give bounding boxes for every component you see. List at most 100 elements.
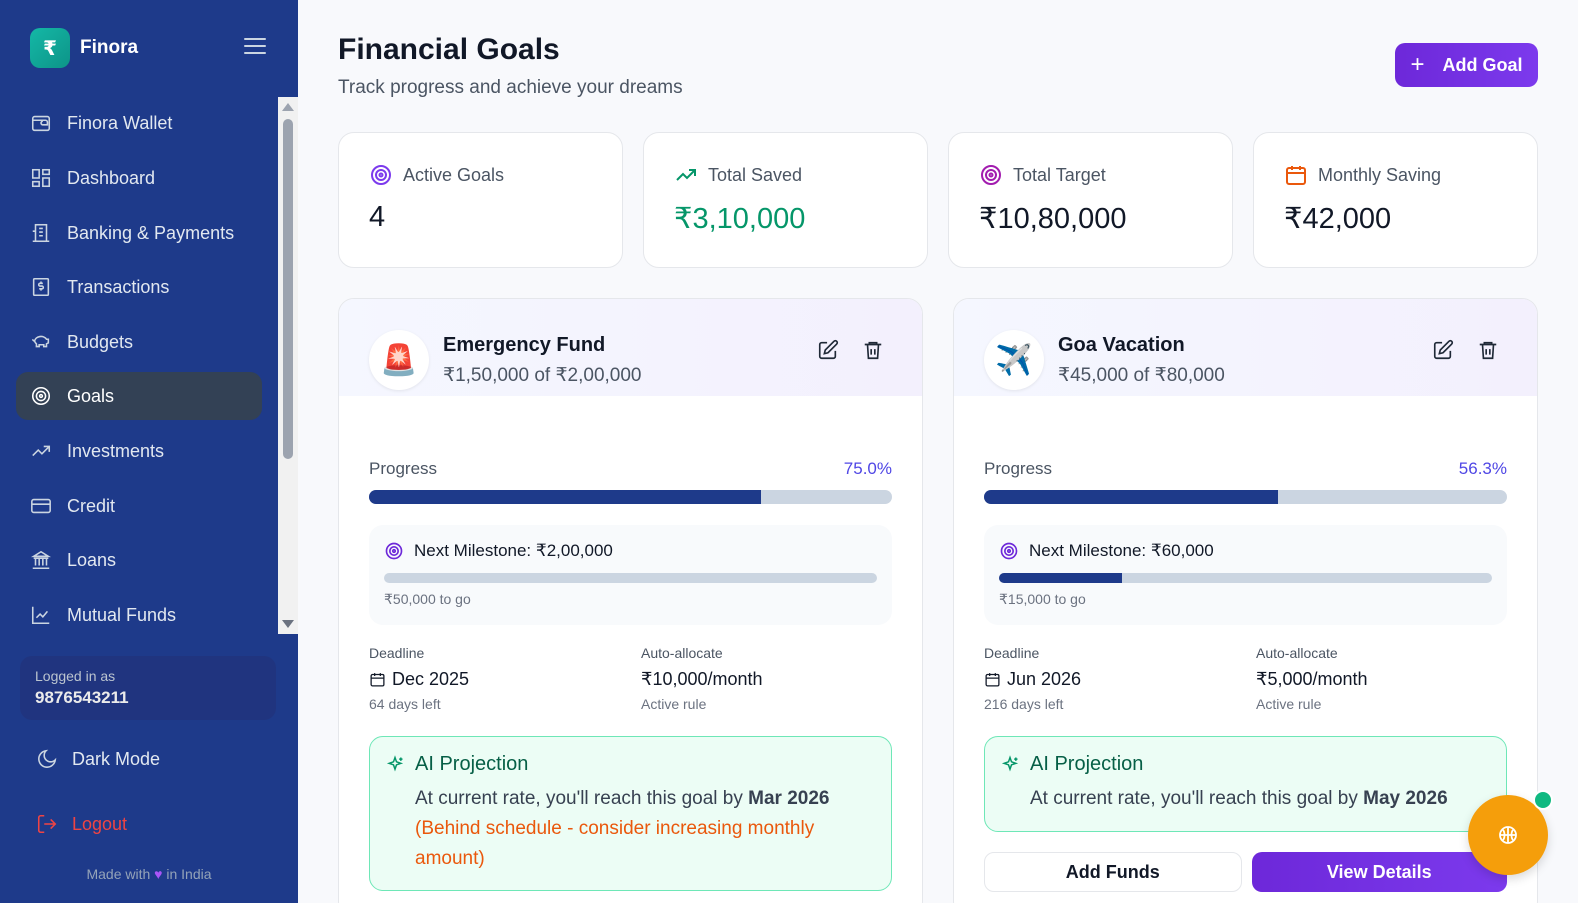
progress-percent: 75.0% <box>843 459 892 478</box>
stat-value: ₹3,10,000 <box>674 203 806 235</box>
deadline-value: Jun 2026 <box>1007 669 1082 689</box>
deadline-label: Deadline <box>369 645 425 661</box>
sidebar-item-label: Mutual Funds <box>67 604 177 625</box>
sidebar-item-transactions[interactable]: Transactions <box>16 263 262 311</box>
milestone-label: Next Milestone: ₹2,00,000 <box>414 541 613 560</box>
online-status-dot <box>1533 790 1553 810</box>
progress-bar <box>369 490 892 504</box>
in-india-text: in India <box>166 866 212 882</box>
stat-label: Total Saved <box>708 164 803 185</box>
progress-bar-fill <box>984 490 1279 504</box>
add-funds-button[interactable]: Add Funds <box>984 852 1242 892</box>
calendar-icon <box>370 673 385 687</box>
edit-icon[interactable] <box>817 339 839 361</box>
piggy-bank-icon <box>30 331 52 353</box>
target-icon <box>1000 542 1018 560</box>
goal-name: Emergency Fund <box>443 334 606 356</box>
auto-allocate-label: Auto-allocate <box>641 645 723 661</box>
trash-icon[interactable] <box>862 339 884 361</box>
sidebar-item-mutual-funds[interactable]: Mutual Funds <box>16 591 262 634</box>
deadline-block: Deadline Dec 2025 64 days left <box>369 645 609 712</box>
landmark-icon <box>30 549 52 571</box>
auto-allocate-status: Active rule <box>641 696 707 712</box>
auto-allocate-value: ₹10,000/month <box>641 669 763 689</box>
auto-allocate-value: ₹5,000/month <box>1256 669 1368 689</box>
credit-card-icon <box>30 495 52 517</box>
days-left: 64 days left <box>369 696 441 712</box>
ai-projection-sentence: At current rate, you'll reach this goal … <box>1030 788 1358 809</box>
sidebar-item-investments[interactable]: Investments <box>16 427 262 475</box>
page-title: Financial Goals <box>338 33 560 66</box>
dark-mode-toggle[interactable]: Dark Mode <box>36 748 160 770</box>
sidebar-item-label: Dashboard <box>67 167 156 188</box>
logout-icon <box>37 814 57 834</box>
logged-in-label: Logged in as <box>35 668 116 684</box>
dark-mode-label: Dark Mode <box>72 748 161 769</box>
airplane-icon: ✈️ <box>984 330 1044 390</box>
progress-label: Progress <box>984 459 1053 478</box>
auto-allocate-status: Active rule <box>1256 696 1322 712</box>
plus-icon: + <box>1410 51 1425 78</box>
milestone-card: Next Milestone: ₹2,00,000 ₹50,000 to go <box>369 525 892 625</box>
sidebar-item-dashboard[interactable]: Dashboard <box>16 154 262 202</box>
stat-value: 4 <box>369 201 386 233</box>
deadline-label: Deadline <box>984 645 1040 661</box>
sparkles-icon <box>1001 755 1019 772</box>
line-chart-icon <box>30 604 52 626</box>
sidebar-item-label: Credit <box>67 495 116 516</box>
ai-projection-box: AI Projection At current rate, you'll re… <box>984 736 1507 832</box>
add-goal-button[interactable]: + Add Goal <box>1395 43 1538 87</box>
progress-row: Progress 75.0% <box>369 459 892 479</box>
milestone-bar <box>384 573 877 583</box>
siren-icon: 🚨 <box>369 330 429 390</box>
ai-projection-date: Mar 2026 <box>748 788 830 809</box>
target-icon <box>385 542 403 560</box>
calendar-icon <box>985 673 1000 687</box>
sidebar-item-label: Loans <box>67 549 117 570</box>
sidebar-item-label: Banking & Payments <box>67 222 235 243</box>
stat-card-total-target: Total Target ₹10,80,000 <box>948 132 1233 268</box>
sidebar-item-credit[interactable]: Credit <box>16 482 262 530</box>
goal-actions: Add Funds View Details <box>984 852 1507 892</box>
deadline-block: Deadline Jun 2026 216 days left <box>984 645 1224 712</box>
ai-projection-date: May 2026 <box>1363 788 1448 809</box>
sidebar-item-label: Goals <box>67 385 115 406</box>
progress-bar <box>984 490 1507 504</box>
wallet-icon <box>30 112 52 134</box>
sidebar-item-label: Investments <box>67 440 165 461</box>
goal-card-emergency-fund: 🚨 Emergency Fund ₹1,50,000 of ₹2,00,000 … <box>338 298 923 903</box>
sidebar-item-banking-payments[interactable]: Banking & Payments <box>16 209 262 257</box>
sidebar-item-finora-wallet[interactable]: Finora Wallet <box>16 99 262 147</box>
logged-in-card: Logged in as 9876543211 <box>20 656 276 720</box>
logout-label: Logout <box>72 813 128 834</box>
sidebar-item-label: Finora Wallet <box>67 112 173 133</box>
scrollbar-thumb[interactable] <box>283 119 293 459</box>
logout-button[interactable]: Logout <box>36 813 127 835</box>
brand[interactable]: ₹ Finora <box>30 28 138 68</box>
edit-icon[interactable] <box>1432 339 1454 361</box>
sidebar-item-budgets[interactable]: Budgets <box>16 318 262 366</box>
scroll-down-arrow-icon[interactable] <box>282 620 294 628</box>
milestone-bar-fill <box>999 573 1123 583</box>
calendar-icon <box>1286 166 1306 185</box>
progress-label: Progress <box>369 459 438 478</box>
progress-row: Progress 56.3% <box>984 459 1507 479</box>
ai-projection-title: AI Projection <box>1030 753 1144 775</box>
heart-icon: ♥ <box>154 866 163 882</box>
trend-up-icon <box>30 440 52 462</box>
auto-allocate-block: Auto-allocate ₹5,000/month Active rule <box>1256 645 1496 712</box>
sidebar-item-loans[interactable]: Loans <box>16 536 262 584</box>
sidebar-item-label: Transactions <box>67 276 170 297</box>
trash-icon[interactable] <box>1477 339 1499 361</box>
view-details-button[interactable]: View Details <box>1251 852 1507 892</box>
hamburger-menu-icon[interactable] <box>244 38 266 58</box>
ai-projection-text: At current rate, you'll reach this goal … <box>415 784 877 874</box>
sidebar-item-goals[interactable]: Goals <box>16 372 262 420</box>
dashboard-icon <box>30 167 52 189</box>
target-icon <box>981 165 1001 185</box>
bank-building-icon <box>30 222 52 244</box>
scroll-up-arrow-icon[interactable] <box>282 103 294 111</box>
sidebar-scrollbar[interactable] <box>278 97 298 634</box>
stat-card-total-saved: Total Saved ₹3,10,000 <box>643 132 928 268</box>
logged-in-phone: 9876543211 <box>35 688 129 707</box>
